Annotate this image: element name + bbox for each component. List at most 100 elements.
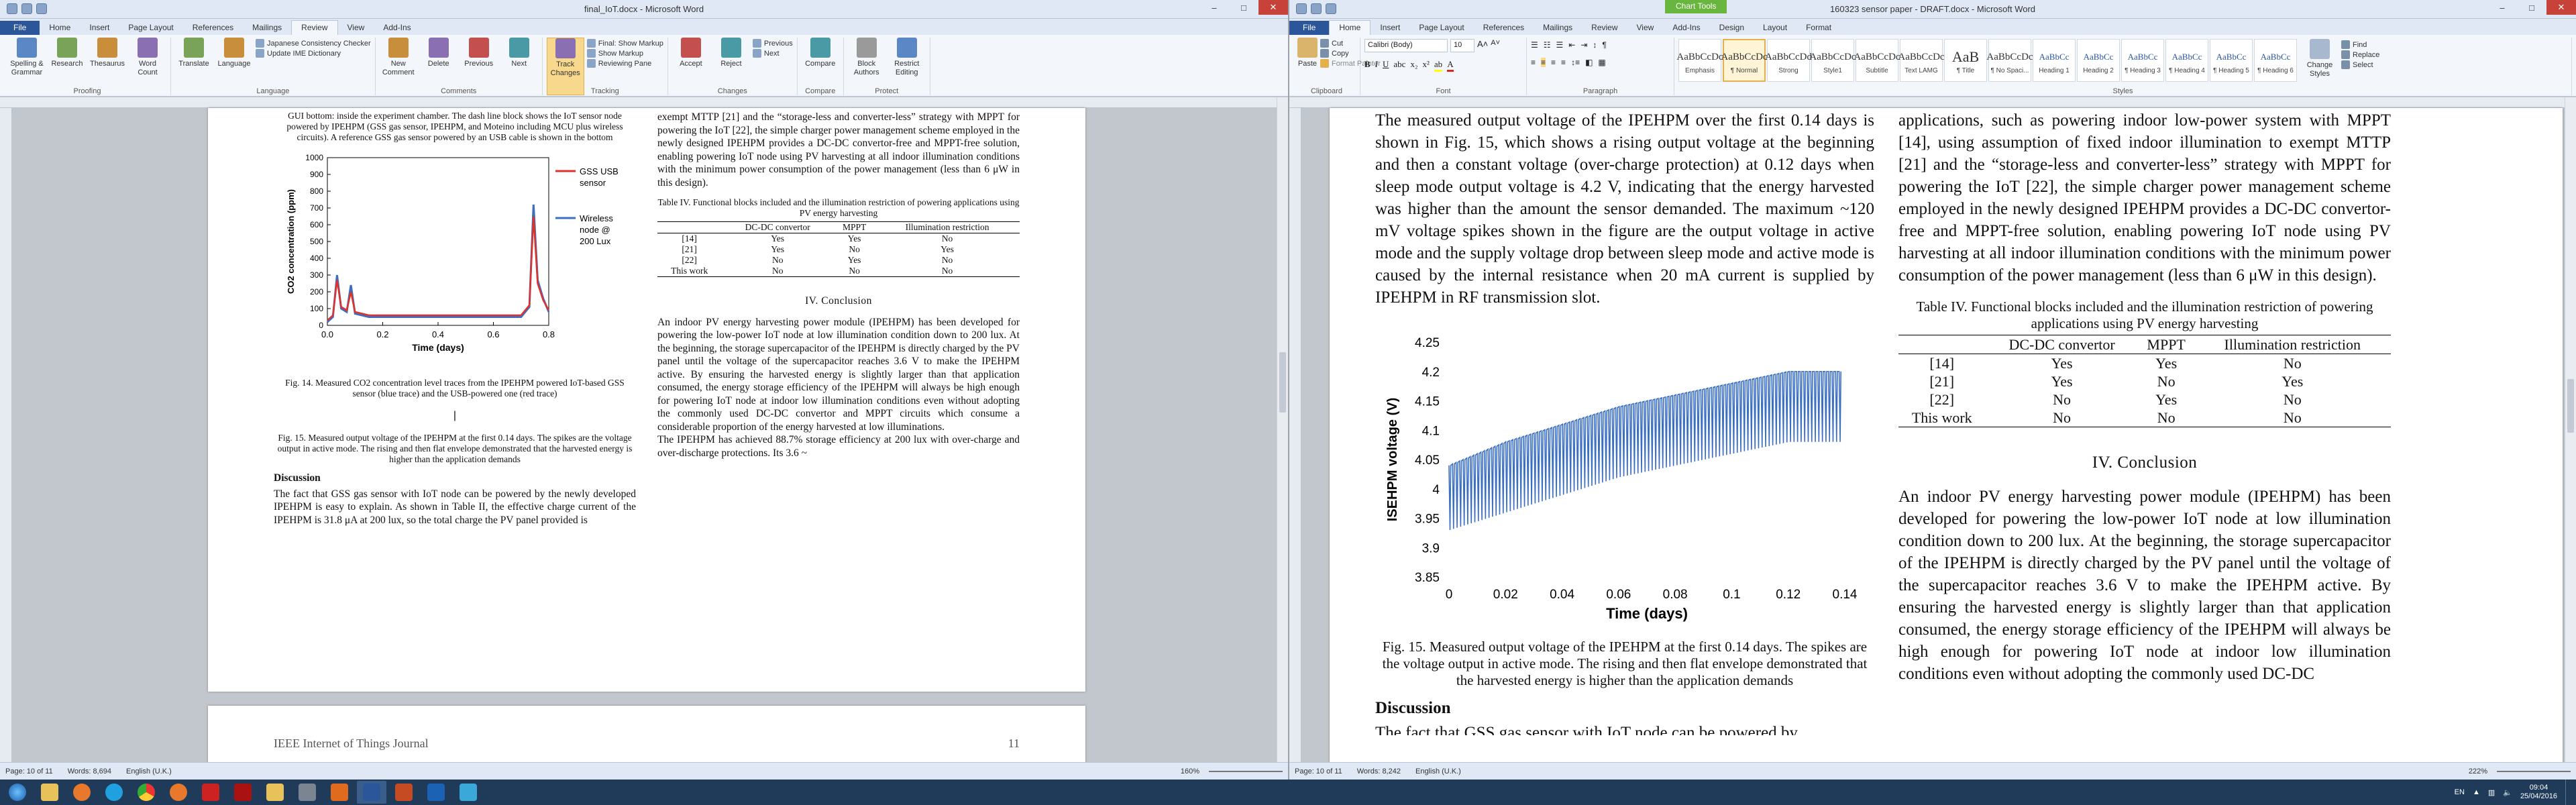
- start-button[interactable]: [3, 781, 32, 804]
- network-icon[interactable]: ▥: [2488, 788, 2495, 797]
- zoom-slider[interactable]: [1209, 770, 1283, 772]
- maximize-icon[interactable]: □: [1229, 0, 1258, 15]
- pdf-reader-icon[interactable]: [196, 781, 225, 804]
- tab-file[interactable]: File: [0, 21, 40, 35]
- tab-page-layout[interactable]: Page Layout: [1409, 21, 1473, 35]
- outlook-icon[interactable]: [421, 781, 451, 804]
- style-heading-5[interactable]: AaBbCc ¶ Heading 5: [2210, 39, 2253, 82]
- align-center-icon[interactable]: ≡: [1541, 58, 1546, 67]
- horizontal-ruler[interactable]: [1289, 97, 2576, 108]
- update-ime-dictionary-button[interactable]: Update IME Dictionary: [256, 49, 371, 58]
- shrink-font-icon[interactable]: A˅: [1491, 39, 1500, 52]
- italic-icon[interactable]: I: [1375, 59, 1378, 72]
- reviewing-pane-button[interactable]: Reviewing Pane: [586, 59, 663, 68]
- bold-icon[interactable]: B: [1364, 59, 1371, 72]
- font-size-select[interactable]: 10: [1450, 39, 1474, 52]
- maximize-icon[interactable]: □: [2517, 0, 2546, 15]
- style-heading-3[interactable]: AaBbCc ¶ Heading 3: [2121, 39, 2164, 82]
- sort-icon[interactable]: ↕: [1593, 40, 1597, 50]
- style-emphasis[interactable]: AaBbCcDc Emphasis: [1676, 39, 1723, 82]
- voltage-chart[interactable]: 3.85 3.9 3.95 4 4.05 4.1 4.15 4.2 4.25 0 0.02 0.04 0…: [1375, 335, 1874, 631]
- tab-add-ins[interactable]: Add-Ins: [1663, 21, 1709, 35]
- clock[interactable]: 09:04 25/04/2016: [2520, 784, 2557, 801]
- style-text-lamg[interactable]: AaBbCcDc Text LAMG: [1898, 39, 1945, 82]
- select-button[interactable]: Select: [2341, 60, 2379, 69]
- tab-add-ins[interactable]: Add-Ins: [374, 21, 420, 35]
- style-strong[interactable]: AaBbCcDd Strong: [1765, 39, 1812, 82]
- underline-icon[interactable]: U: [1383, 59, 1389, 72]
- page-count[interactable]: Page: 10 of 11: [5, 767, 53, 775]
- vertical-scrollbar[interactable]: [1277, 97, 1288, 762]
- page-count[interactable]: Page: 10 of 11: [1295, 767, 1342, 775]
- multilevel-list-icon[interactable]: ☰: [1556, 40, 1564, 50]
- line-spacing-icon[interactable]: ↕≡: [1571, 58, 1580, 67]
- app-icon[interactable]: [260, 781, 290, 804]
- word-count[interactable]: Words: 8,242: [1357, 767, 1401, 775]
- style-heading-6[interactable]: AaBbCc ¶ Heading 6: [2254, 39, 2297, 82]
- previous-button[interactable]: Previous: [752, 39, 793, 48]
- find-button[interactable]: Find: [2341, 40, 2379, 49]
- minimize-icon[interactable]: –: [1199, 0, 1229, 15]
- decrease-indent-icon[interactable]: ⇤: [1568, 40, 1575, 50]
- zoom-level[interactable]: 222%: [2469, 767, 2487, 775]
- style-subtitle[interactable]: AaBbCcDc Subtitle: [1854, 39, 1900, 82]
- volume-icon[interactable]: 🔈: [2503, 788, 2512, 797]
- close-icon[interactable]: ✕: [2546, 0, 2576, 15]
- style-style1[interactable]: AaBbCcDc Style1: [1809, 39, 1856, 82]
- tab-layout[interactable]: Layout: [1754, 21, 1796, 35]
- text-highlight-icon[interactable]: ab: [1434, 59, 1443, 72]
- subscript-icon[interactable]: x₂: [1410, 59, 1417, 72]
- show-markup-button[interactable]: Show Markup: [586, 49, 663, 58]
- justify-icon[interactable]: ≡: [1561, 58, 1566, 67]
- zoom-level[interactable]: 160%: [1181, 767, 1199, 775]
- tab-insert[interactable]: Insert: [80, 21, 119, 35]
- minimize-icon[interactable]: –: [2487, 0, 2517, 15]
- skype-icon[interactable]: [99, 781, 129, 804]
- tab-view[interactable]: View: [1627, 21, 1664, 35]
- chrome-icon[interactable]: [131, 781, 161, 804]
- vertical-ruler[interactable]: [1289, 108, 1301, 762]
- final-show-markup-button[interactable]: Final: Show Markup: [586, 39, 663, 48]
- calculator-icon[interactable]: [292, 781, 322, 804]
- paint-icon[interactable]: [453, 781, 483, 804]
- powerpoint-icon[interactable]: [389, 781, 419, 804]
- style-normal[interactable]: AaBbCcDc ¶ Normal: [1721, 39, 1768, 82]
- style-heading-2[interactable]: AaBbCc Heading 2: [2077, 39, 2120, 82]
- tab-references[interactable]: References: [1474, 21, 1534, 35]
- japanese-consistency-checker-button[interactable]: Japanese Consistency Checker: [256, 39, 371, 48]
- show-desktop-button[interactable]: [2565, 780, 2572, 805]
- tab-mailings[interactable]: Mailings: [243, 21, 291, 35]
- style-no-spaci[interactable]: AaBbCcDc ¶ No Spaci...: [1986, 39, 2033, 82]
- media-player-icon[interactable]: [67, 781, 97, 804]
- keyboard-language[interactable]: EN: [2455, 788, 2465, 796]
- matlab-icon[interactable]: [325, 781, 354, 804]
- co2-chart[interactable]: 0 100 200 300 400 500 600 700 800 900 1000 0.0 0.2 0.…: [274, 151, 636, 372]
- grow-font-icon[interactable]: A˄: [1477, 39, 1488, 52]
- tab-mailings[interactable]: Mailings: [1534, 21, 1582, 35]
- firefox-icon[interactable]: [164, 781, 193, 804]
- pdf-creator-icon[interactable]: [228, 781, 258, 804]
- superscript-icon[interactable]: x²: [1423, 59, 1430, 72]
- tab-view[interactable]: View: [338, 21, 374, 35]
- style-heading-4[interactable]: AaBbCc ¶ Heading 4: [2165, 39, 2208, 82]
- style-title[interactable]: AaB ¶ Title: [1944, 39, 1987, 82]
- align-left-icon[interactable]: ≡: [1531, 58, 1536, 67]
- style-heading-1[interactable]: AaBbCc Heading 1: [2033, 39, 2076, 82]
- show-formatting-icon[interactable]: ¶: [1602, 40, 1606, 50]
- tab-review[interactable]: Review: [1582, 21, 1627, 35]
- tab-page-layout[interactable]: Page Layout: [119, 21, 182, 35]
- vertical-scrollbar[interactable]: [2565, 97, 2576, 762]
- strikethrough-icon[interactable]: abc: [1393, 59, 1405, 72]
- tab-references[interactable]: References: [183, 21, 243, 35]
- tab-home[interactable]: Home: [40, 21, 80, 35]
- bullets-icon[interactable]: ☰: [1531, 40, 1538, 50]
- document-page[interactable]: GUI bottom: inside the experiment chambe…: [208, 108, 1085, 692]
- word-icon[interactable]: [357, 781, 386, 804]
- language-indicator[interactable]: English (U.K.): [1415, 767, 1461, 775]
- font-name-select[interactable]: Calibri (Body): [1364, 39, 1448, 52]
- font-color-icon[interactable]: A: [1447, 59, 1454, 72]
- tab-format[interactable]: Format: [1796, 21, 1841, 35]
- tab-design[interactable]: Design: [1710, 21, 1754, 35]
- folder-icon[interactable]: [35, 781, 64, 804]
- tab-file[interactable]: File: [1289, 21, 1330, 35]
